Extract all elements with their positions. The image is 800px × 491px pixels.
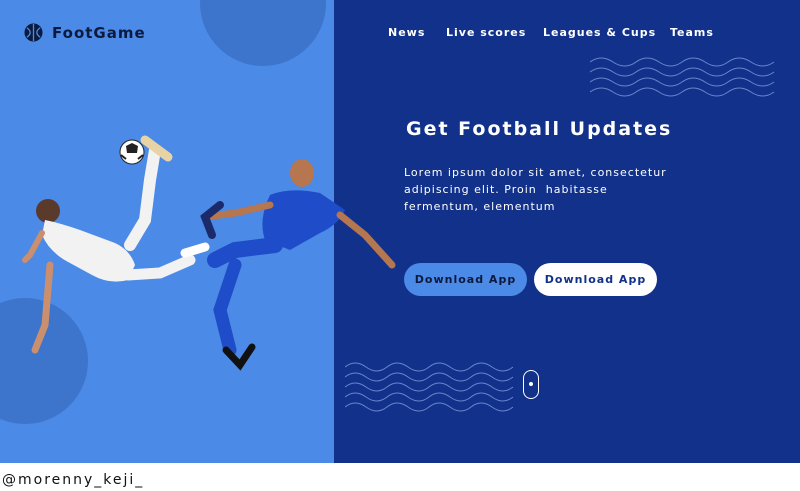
author-credit: @morenny_keji_ [2, 472, 145, 488]
nav-item-leagues-cups[interactable]: Leagues & Cups [543, 26, 656, 39]
download-app-button-primary[interactable]: Download App [404, 263, 527, 296]
brand[interactable]: FootGame [24, 23, 146, 42]
download-app-button-secondary[interactable]: Download App [534, 263, 657, 296]
player-white-kit [22, 135, 210, 354]
hero-description-line: Lorem ipsum dolor sit amet, consectetur [404, 166, 667, 179]
hero-description-line: fermentum, elementum [404, 200, 556, 213]
hero-description: Lorem ipsum dolor sit amet, consectetur … [404, 164, 704, 215]
hero-banner: FootGame News Live scores Leagues & Cups… [0, 0, 800, 463]
soccer-ball-icon [119, 139, 145, 165]
hero-description-line: adipiscing elit. Proin habitasse [404, 183, 608, 196]
nav-item-live-scores[interactable]: Live scores [446, 26, 526, 39]
scroll-dot-icon [529, 382, 533, 386]
nav-item-news[interactable]: News [388, 26, 425, 39]
nav-item-teams[interactable]: Teams [670, 26, 714, 39]
decorative-waves-top [590, 57, 775, 97]
football-players-image [22, 135, 396, 371]
brand-name: FootGame [52, 23, 146, 42]
hero-headline: Get Football Updates [406, 118, 673, 140]
soccer-ball-icon [24, 23, 43, 42]
scroll-indicator[interactable] [523, 370, 539, 399]
player-blue-kit [200, 159, 396, 371]
decorative-circle-top [200, 0, 326, 66]
